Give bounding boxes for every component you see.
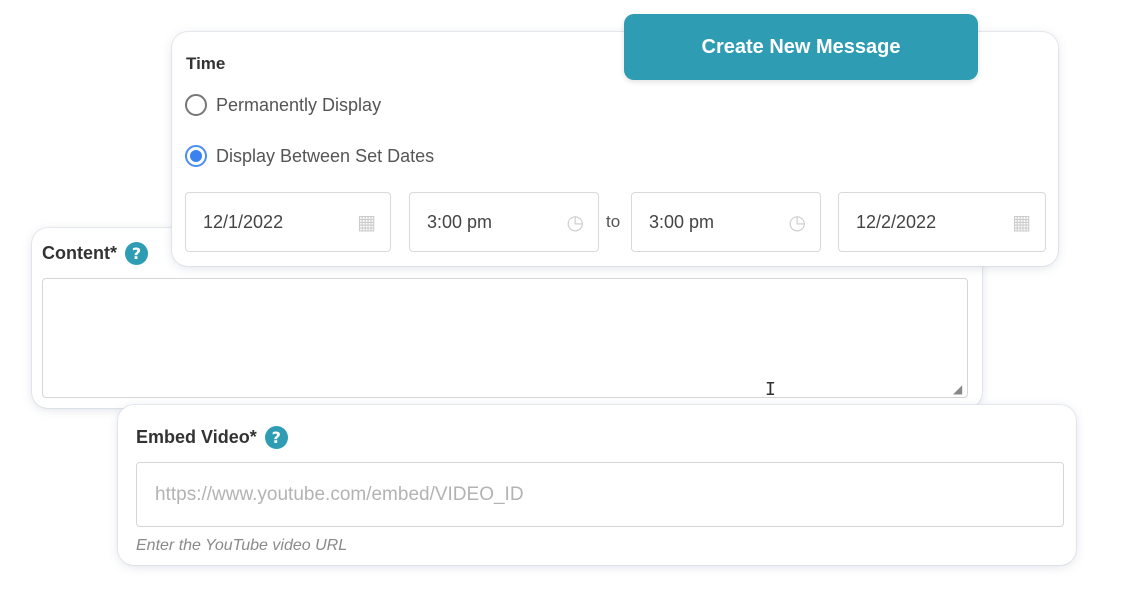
content-textarea[interactable]: ◢: [42, 278, 968, 398]
radio-checked-icon[interactable]: [185, 145, 207, 167]
end-date-value: 12/2/2022: [856, 211, 937, 232]
start-time-value: 3:00 pm: [427, 211, 493, 232]
create-new-message-button[interactable]: Create New Message: [624, 14, 978, 80]
resize-handle-icon[interactable]: ◢: [953, 383, 965, 395]
time-title: Time: [186, 54, 226, 73]
radio-permanently-display[interactable]: Permanently Display: [185, 94, 381, 116]
radio-display-between-set-dates[interactable]: Display Between Set Dates: [185, 145, 434, 167]
embed-video-label-row: Embed Video* ?: [136, 426, 288, 449]
embed-video-label: Embed Video*: [136, 427, 257, 447]
text-cursor-icon: I: [765, 379, 776, 400]
calendar-icon: ▦: [357, 210, 376, 234]
embed-video-hint: Enter the YouTube video URL: [136, 537, 348, 554]
end-time-value: 3:00 pm: [649, 211, 715, 232]
start-date-value: 12/1/2022: [203, 211, 284, 232]
calendar-icon: ▦: [1012, 210, 1031, 234]
help-icon[interactable]: ?: [264, 426, 288, 449]
stage: Create New Message Content* ? ◢ Time Per…: [0, 0, 1121, 608]
clock-icon: ◷: [788, 210, 806, 234]
end-date-input[interactable]: 12/2/2022 ▦: [838, 192, 1046, 252]
start-time-input[interactable]: 3:00 pm ◷: [409, 192, 599, 252]
start-date-input[interactable]: 12/1/2022 ▦: [185, 192, 391, 252]
clock-icon: ◷: [566, 210, 584, 234]
content-label-row: Content* ?: [42, 242, 148, 265]
content-label: Content*: [42, 243, 117, 263]
embed-video-card: Embed Video* ? Enter the YouTube video U…: [118, 405, 1076, 565]
radio-unchecked-icon[interactable]: [185, 94, 207, 116]
help-icon[interactable]: ?: [125, 242, 148, 265]
end-time-input[interactable]: 3:00 pm ◷: [631, 192, 821, 252]
radio-label: Display Between Set Dates: [216, 145, 435, 166]
embed-video-url-input[interactable]: [136, 462, 1064, 527]
to-label: to: [606, 212, 621, 231]
radio-label: Permanently Display: [216, 94, 382, 115]
